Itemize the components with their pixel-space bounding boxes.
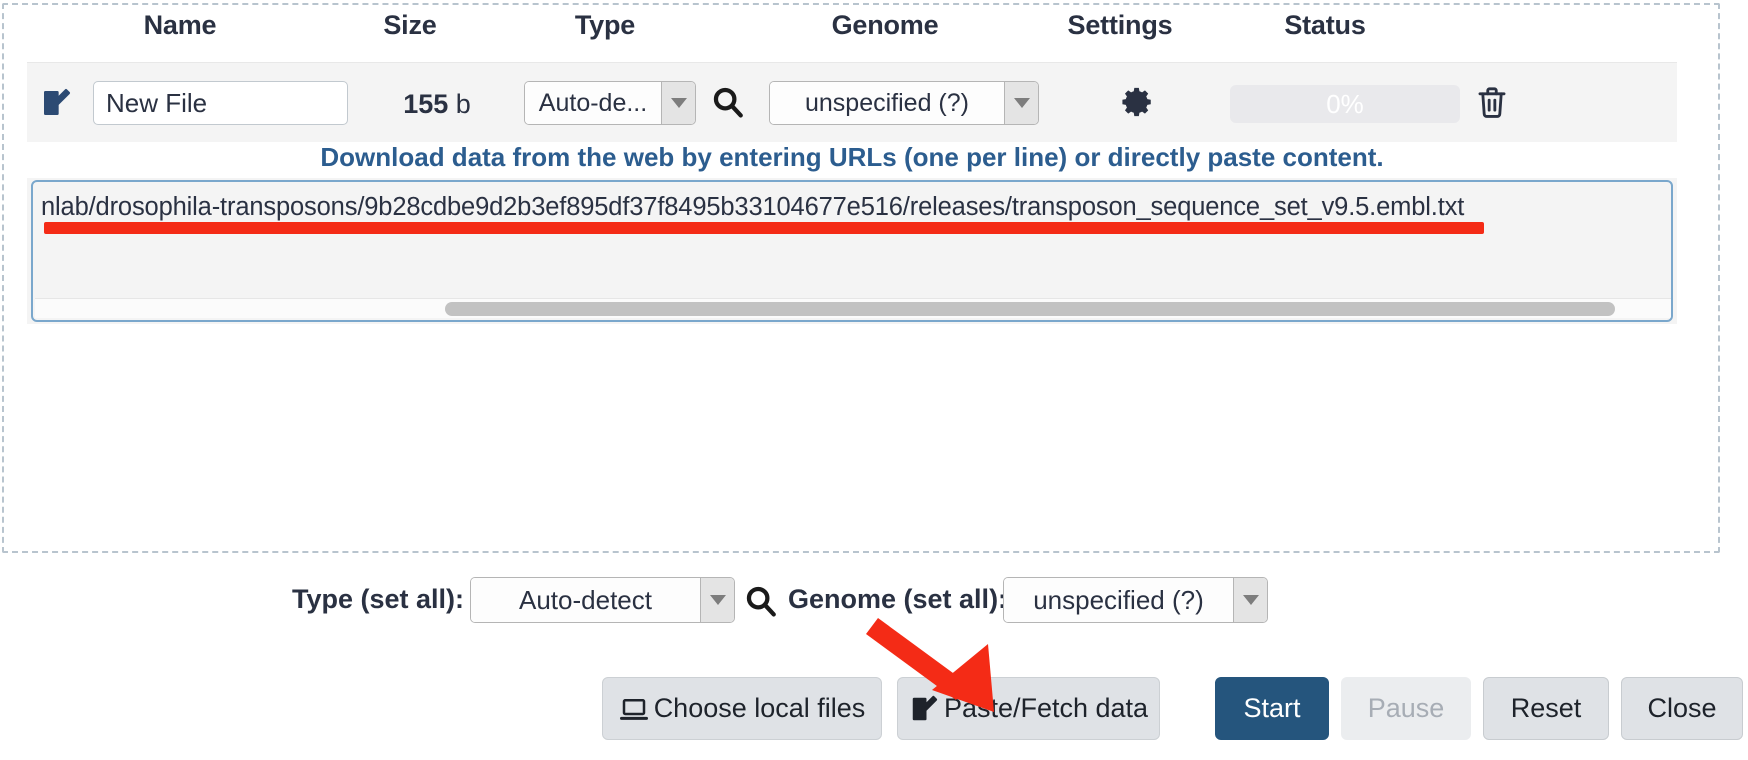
annotation-underline — [44, 222, 1484, 234]
type-set-all-select[interactable]: Auto-detect — [470, 577, 735, 623]
paste-fetch-data-button[interactable]: Paste/Fetch data — [897, 677, 1160, 740]
reset-button-label: Reset — [1511, 693, 1582, 724]
pause-button[interactable]: Pause — [1341, 677, 1471, 740]
file-type-select[interactable]: Auto-de... — [524, 81, 696, 125]
start-button-label: Start — [1243, 693, 1300, 724]
chevron-down-icon[interactable] — [700, 578, 734, 622]
file-size-number: 155 — [403, 89, 448, 119]
url-textarea-value: nlab/drosophila-transposons/9b28cdbe9d2b… — [41, 190, 1673, 224]
search-icon[interactable] — [744, 584, 778, 618]
status-progress-value: 0% — [1326, 89, 1364, 120]
file-size-unit: b — [456, 89, 471, 119]
file-size-cell: 155 b — [367, 89, 507, 120]
pause-button-label: Pause — [1368, 693, 1445, 724]
horizontal-scrollbar[interactable] — [35, 298, 1671, 318]
column-header-genome: Genome — [805, 10, 965, 41]
paste-fetch-area: nlab/drosophila-transposons/9b28cdbe9d2b… — [27, 178, 1677, 324]
column-header-settings: Settings — [1035, 10, 1205, 41]
url-textarea[interactable]: nlab/drosophila-transposons/9b28cdbe9d2b… — [31, 180, 1673, 322]
chevron-down-icon[interactable] — [1233, 578, 1267, 622]
upload-dialog: Name Size Type Genome Settings Status 15… — [0, 0, 1748, 760]
close-button[interactable]: Close — [1621, 677, 1743, 740]
close-button-label: Close — [1647, 693, 1716, 724]
genome-set-all-value: unspecified (?) — [1004, 578, 1233, 622]
chevron-down-icon[interactable] — [1004, 82, 1038, 124]
type-set-all-label: Type (set all): — [292, 584, 464, 615]
scrollbar-thumb[interactable] — [445, 302, 1615, 316]
gear-icon[interactable] — [1121, 85, 1155, 119]
paste-fetch-data-label: Paste/Fetch data — [944, 693, 1148, 724]
type-set-all-value: Auto-detect — [471, 578, 700, 622]
column-header-size: Size — [345, 10, 475, 41]
paste-fetch-hint: Download data from the web by entering U… — [27, 142, 1677, 173]
upload-table-header: Name Size Type Genome Settings Status — [0, 0, 1700, 56]
search-icon[interactable] — [711, 85, 745, 119]
trash-icon[interactable] — [1475, 84, 1509, 122]
file-genome-select[interactable]: unspecified (?) — [769, 81, 1039, 125]
choose-local-files-button[interactable]: Choose local files — [602, 677, 882, 740]
file-name-input[interactable] — [93, 81, 348, 125]
reset-button[interactable]: Reset — [1483, 677, 1609, 740]
upload-file-row: 155 b Auto-de... unspecified (?) 0% — [27, 62, 1677, 142]
file-genome-select-value: unspecified (?) — [770, 82, 1004, 124]
dialog-button-row: Choose local files Paste/Fetch data Star… — [0, 677, 1748, 747]
status-progress-bar: 0% — [1230, 85, 1460, 123]
genome-set-all-select[interactable]: unspecified (?) — [1003, 577, 1268, 623]
file-type-select-value: Auto-de... — [525, 82, 661, 124]
column-header-status: Status — [1250, 10, 1400, 41]
chevron-down-icon[interactable] — [661, 82, 695, 124]
set-all-controls: Type (set all): Auto-detect Genome (set … — [0, 572, 1700, 628]
column-header-type: Type — [540, 10, 670, 41]
edit-pencil-icon — [909, 694, 939, 724]
edit-pencil-icon[interactable] — [40, 87, 72, 119]
start-button[interactable]: Start — [1215, 677, 1329, 740]
column-header-name: Name — [105, 10, 255, 41]
choose-local-files-label: Choose local files — [654, 693, 866, 724]
genome-set-all-label: Genome (set all): — [788, 584, 1007, 615]
laptop-icon — [619, 694, 649, 724]
